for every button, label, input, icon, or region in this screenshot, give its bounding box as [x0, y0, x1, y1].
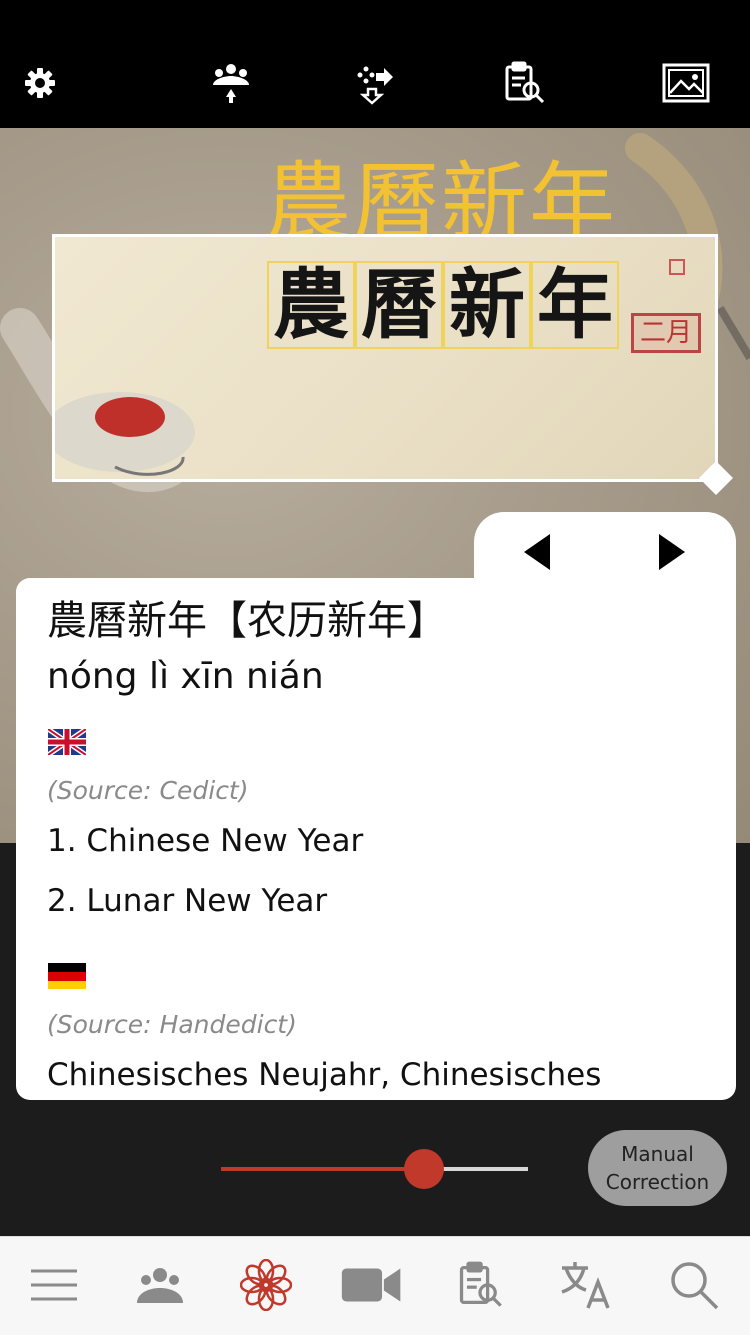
ocr-character-boxes: 農 曆 新 年 — [267, 261, 619, 349]
definition: Chinesisches Neujahr, Chinesisches — [47, 1057, 602, 1093]
headword: 農曆新年【农历新年】 — [47, 598, 447, 644]
manual-correction-label: Manual Correction — [605, 1142, 710, 1194]
gear-icon[interactable] — [16, 58, 64, 108]
seal-mark-small — [669, 259, 685, 275]
search-icon[interactable] — [662, 1257, 726, 1313]
drag-drop-icon[interactable] — [350, 58, 398, 108]
previous-arrow-icon[interactable] — [517, 530, 557, 574]
seal-mark: 二月 — [631, 313, 701, 353]
video-icon[interactable] — [340, 1257, 404, 1313]
definition: 1. Chinese New Year — [47, 823, 364, 859]
people-icon[interactable] — [128, 1257, 192, 1313]
ocr-char-box[interactable]: 曆 — [355, 261, 443, 349]
ocr-char-box[interactable]: 農 — [267, 261, 355, 349]
top-toolbar — [0, 0, 750, 128]
slider-thumb[interactable] — [404, 1149, 444, 1189]
german-flag-icon — [48, 963, 86, 989]
source-label: (Source: Cedict) — [47, 776, 249, 805]
dictionary-panel[interactable]: 農曆新年【农历新年】 nóng lì xīn nián (Source: Ced… — [16, 578, 736, 1100]
group-share-icon[interactable] — [207, 58, 255, 108]
flower-icon[interactable] — [234, 1257, 298, 1313]
source-label: (Source: Handedict) — [47, 1010, 297, 1039]
uk-flag-icon — [46, 726, 88, 758]
bottom-tab-bar — [0, 1236, 750, 1335]
translate-icon[interactable] — [554, 1257, 618, 1313]
ocr-crop-region[interactable]: 農 曆 新 年 二月 — [52, 234, 718, 482]
slider-track-filled[interactable] — [221, 1167, 425, 1171]
definition: 2. Lunar New Year — [47, 883, 328, 919]
ocr-char-box[interactable]: 新 — [443, 261, 531, 349]
pinyin: nóng lì xīn nián — [47, 656, 324, 697]
manual-correction-button[interactable]: Manual Correction — [588, 1130, 727, 1206]
menu-icon[interactable] — [22, 1257, 86, 1313]
image-icon[interactable] — [662, 58, 710, 108]
clipboard-search-icon[interactable] — [448, 1257, 512, 1313]
ocr-char-box[interactable]: 年 — [531, 261, 619, 349]
clipboard-search-icon[interactable] — [500, 58, 548, 108]
next-arrow-icon[interactable] — [652, 530, 692, 574]
